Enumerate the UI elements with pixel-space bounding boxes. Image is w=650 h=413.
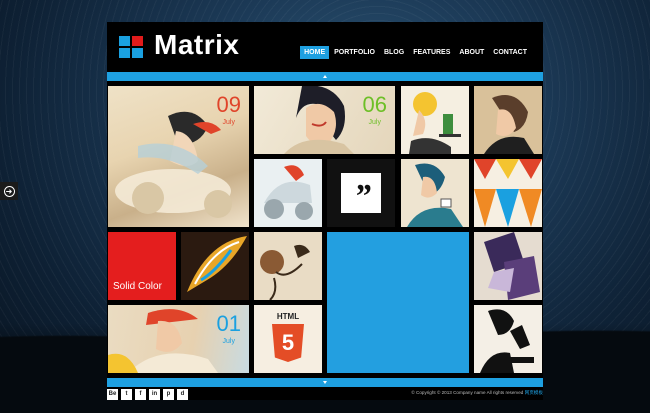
copyright-body: © Copyright © 2013 Company name All righ… bbox=[411, 390, 524, 395]
linkedin-icon[interactable]: in bbox=[149, 389, 160, 400]
solid-color-tile[interactable]: Solid Color bbox=[108, 232, 176, 300]
lamp-illustration bbox=[260, 244, 310, 300]
footer: Be t f in p d © Copyright © 2013 Company… bbox=[107, 389, 543, 400]
triangle-pattern-illustration bbox=[474, 159, 542, 227]
post-date: 01 July bbox=[216, 311, 241, 346]
portfolio-tile-feather[interactable] bbox=[181, 232, 249, 300]
html5-word: HTML bbox=[276, 312, 300, 321]
feather-illustration bbox=[187, 236, 247, 292]
dribbble-icon[interactable]: d bbox=[177, 389, 188, 400]
site-container: Matrix HOME PORTFOLIO BLOG FEATURES ABOU… bbox=[107, 22, 543, 400]
portfolio-tile-waitress[interactable] bbox=[401, 86, 469, 154]
nav-about[interactable]: ABOUT bbox=[455, 46, 488, 59]
header: Matrix HOME PORTFOLIO BLOG FEATURES ABOU… bbox=[107, 22, 543, 69]
arrow-right-icon: ➜ bbox=[3, 185, 15, 197]
portfolio-tile-coffee[interactable] bbox=[401, 159, 469, 227]
abstract-face-illustration bbox=[484, 232, 540, 300]
post-date-month: July bbox=[222, 338, 235, 345]
quote-tile[interactable]: ” bbox=[327, 159, 395, 227]
post-date: 06 July bbox=[362, 92, 387, 127]
nav-blog[interactable]: BLOG bbox=[380, 46, 408, 59]
facebook-icon[interactable]: f bbox=[135, 389, 146, 400]
social-links: Be t f in p d bbox=[107, 389, 191, 400]
post-date-day: 01 bbox=[216, 311, 241, 336]
nav-features[interactable]: FEATURES bbox=[409, 46, 454, 59]
caret-down-icon bbox=[323, 381, 327, 384]
twitter-icon[interactable]: t bbox=[121, 389, 132, 400]
caret-up-icon bbox=[323, 75, 327, 78]
nav-portfolio[interactable]: PORTFOLIO bbox=[330, 46, 379, 59]
logo-text[interactable]: Matrix bbox=[154, 29, 239, 61]
post-tile-car[interactable]: 09 July bbox=[108, 86, 249, 227]
quote-mark: ” bbox=[354, 178, 371, 215]
pinterest-icon[interactable]: p bbox=[163, 389, 174, 400]
coffee-illustration bbox=[407, 163, 463, 227]
portfolio-tile-triangles[interactable] bbox=[474, 159, 542, 227]
nav-contact[interactable]: CONTACT bbox=[489, 46, 531, 59]
side-arrow-button[interactable]: ➜ bbox=[0, 182, 18, 200]
html5-tile[interactable]: HTML 5 bbox=[254, 305, 322, 373]
post-date-day: 06 bbox=[362, 92, 387, 117]
copyright-link[interactable]: 网页模板 bbox=[525, 390, 543, 395]
behance-icon[interactable]: Be bbox=[107, 389, 118, 400]
solid-color-label: Solid Color bbox=[113, 281, 162, 292]
nav-home[interactable]: HOME bbox=[300, 46, 330, 59]
scooter-illustration bbox=[264, 165, 313, 220]
portfolio-tile-vespa[interactable] bbox=[254, 159, 322, 227]
bottom-toggle-bar[interactable] bbox=[107, 378, 543, 387]
post-date-month: July bbox=[368, 119, 381, 126]
quote-box: ” bbox=[341, 173, 381, 215]
copyright-text: © Copyright © 2013 Company name All righ… bbox=[411, 390, 543, 396]
waitress-illustration bbox=[409, 92, 461, 154]
microscope-illustration bbox=[480, 309, 534, 373]
top-toggle-bar[interactable] bbox=[107, 72, 543, 81]
main-nav: HOME PORTFOLIO BLOG FEATURES ABOUT CONTA… bbox=[299, 46, 531, 59]
post-date-month: July bbox=[222, 119, 235, 126]
profile-illustration bbox=[484, 95, 534, 154]
portfolio-tile-profile[interactable] bbox=[474, 86, 542, 154]
portfolio-tile-lamp[interactable] bbox=[254, 232, 322, 300]
post-tile-hat[interactable]: 01 July bbox=[108, 305, 249, 373]
post-date: 09 July bbox=[216, 92, 241, 127]
post-tile-woman[interactable]: 06 July bbox=[254, 86, 395, 154]
logo-grid-icon bbox=[119, 36, 143, 58]
solid-blue-tile[interactable] bbox=[327, 232, 469, 373]
portfolio-tile-microscope[interactable] bbox=[474, 305, 542, 373]
html5-shield-icon: 5 bbox=[272, 324, 304, 362]
html5-number: 5 bbox=[281, 330, 295, 355]
portfolio-tile-abstract-face[interactable] bbox=[474, 232, 542, 300]
post-date-day: 09 bbox=[216, 92, 241, 117]
